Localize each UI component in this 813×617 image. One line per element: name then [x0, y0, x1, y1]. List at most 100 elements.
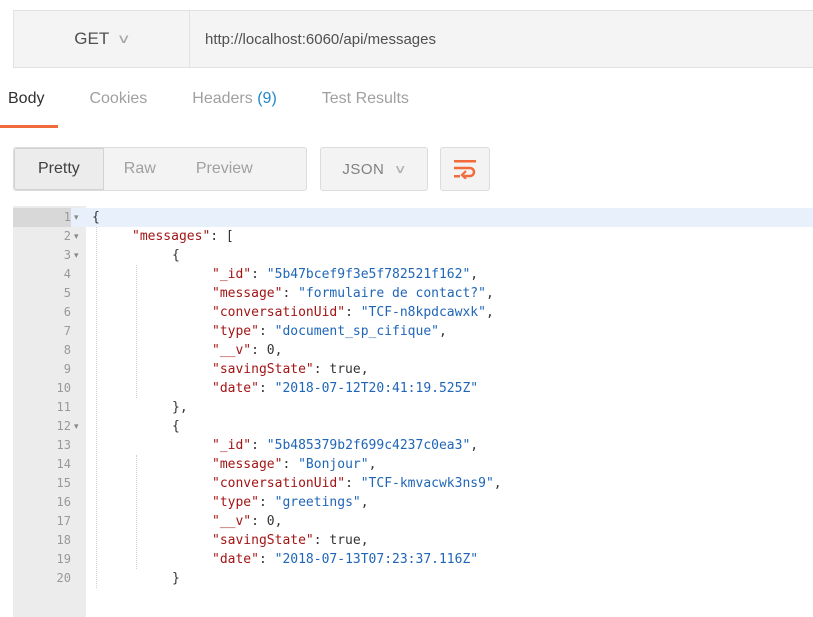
line-number: 19 [56, 552, 71, 566]
json-punct: , [360, 495, 369, 510]
json-value: 0 [266, 343, 275, 358]
json-string: "2018-07-12T20:41:19.525Z" [274, 381, 479, 396]
json-key: "conversationUid" [212, 476, 346, 491]
line-number: 14 [56, 457, 71, 471]
json-key: "type" [212, 324, 259, 339]
json-punct: , [274, 514, 283, 529]
json-punct: : [282, 286, 299, 301]
json-punct: , [360, 362, 369, 377]
line-number: 17 [56, 514, 71, 528]
json-punct: , [360, 533, 369, 548]
line-number: 20 [56, 571, 71, 585]
method-label: GET [74, 29, 110, 48]
wrap-lines-button[interactable] [440, 147, 490, 191]
json-punct: { [172, 248, 180, 263]
json-punct: : [258, 495, 275, 510]
code-text: }, [172, 398, 188, 417]
fold-toggle-icon[interactable]: ▾ [74, 246, 79, 265]
code-line: 18 "savingState": true, [13, 531, 813, 550]
code-text: "__v": 0, [212, 341, 282, 360]
preview-button[interactable]: Preview [176, 148, 273, 190]
tab-cookies[interactable]: Cookies [89, 90, 147, 128]
line-number: 4 [63, 267, 71, 281]
format-label: JSON [342, 160, 385, 178]
json-punct: }, [172, 400, 188, 415]
code-line: 15 "conversationUid": "TCF-kmvacwk3ns9", [13, 474, 813, 493]
json-punct: : [251, 438, 267, 453]
raw-button[interactable]: Raw [104, 148, 176, 190]
indent-guide [136, 265, 137, 398]
json-key: "__v" [212, 514, 252, 529]
json-punct: : [345, 305, 361, 320]
response-tabs: Body Cookies Headers (9) Test Results [0, 90, 454, 130]
json-punct: , [274, 343, 283, 358]
json-punct: , [493, 476, 502, 491]
tab-body[interactable]: Body [0, 90, 60, 128]
json-string: "greetings" [274, 495, 361, 510]
json-punct: : [251, 343, 267, 358]
code-text: "savingState": true, [212, 360, 369, 379]
line-number: 16 [56, 495, 71, 509]
json-punct: : [345, 476, 361, 491]
fold-toggle-icon[interactable]: ▾ [74, 417, 79, 436]
json-string: "Bonjour" [298, 457, 369, 472]
method-select[interactable]: GET ∨ [14, 11, 190, 67]
tab-headers-label: Headers [192, 90, 253, 107]
code-line: 14 "message": "Bonjour", [13, 455, 813, 474]
url-input[interactable]: http://localhost:6060/api/messages [190, 31, 436, 48]
code-line: 16 "type": "greetings", [13, 493, 813, 512]
tab-headers[interactable]: Headers (9) [192, 90, 277, 128]
response-body-editor[interactable]: 1 ▾{2 ▾ "messages": [3 ▾{4 "_id": "5b47bcef9f… [13, 206, 813, 617]
code-line: 12 ▾ { [13, 417, 813, 436]
code-text: "message": "Bonjour", [212, 455, 376, 474]
code-line: 3 ▾ { [13, 246, 813, 265]
json-value: 0 [266, 514, 275, 529]
format-select[interactable]: JSON ∨ [320, 147, 428, 191]
json-key: "_id" [212, 438, 252, 453]
wrap-lines-icon [454, 160, 476, 179]
json-key: "date" [212, 552, 259, 567]
line-number: 2 [63, 229, 71, 243]
json-punct: : [251, 514, 267, 529]
tab-test-results[interactable]: Test Results [322, 90, 409, 128]
json-punct: : [ [210, 229, 234, 244]
json-punct: : [258, 552, 275, 567]
pretty-button[interactable]: Pretty [14, 148, 104, 190]
code-line: 1 ▾ { [13, 208, 813, 227]
code-line: 4 "_id": "5b47bcef9f3e5f782521f162", [13, 265, 813, 284]
json-punct: , [470, 438, 479, 453]
code-text: "conversationUid": "TCF-n8kpdcawxk", [212, 303, 494, 322]
json-key: "__v" [212, 343, 252, 358]
fold-toggle-icon[interactable]: ▾ [74, 227, 79, 246]
code-text: "_id": "5b485379b2f699c4237c0ea3", [212, 436, 478, 455]
code-text: "conversationUid": "TCF-kmvacwk3ns9", [212, 474, 502, 493]
request-bar: GET ∨ http://localhost:6060/api/messages [13, 10, 813, 68]
json-punct: , [439, 324, 447, 339]
code-text: "_id": "5b47bcef9f3e5f782521f162", [212, 265, 478, 284]
view-mode-group: Pretty Raw Preview [13, 147, 307, 191]
json-key: "_id" [212, 267, 252, 282]
fold-toggle-icon[interactable]: ▾ [74, 208, 79, 227]
json-punct: , [368, 457, 377, 472]
code-line: 8 "__v": 0, [13, 341, 813, 360]
json-key: "savingState" [212, 362, 314, 377]
code-text: "date": "2018-07-12T20:41:19.525Z" [212, 379, 478, 398]
code-line: 13 "_id": "5b485379b2f699c4237c0ea3", [13, 436, 813, 455]
json-key: "message" [212, 286, 283, 301]
indent-guide [96, 227, 97, 588]
line-number: 7 [63, 324, 71, 338]
json-string: "2018-07-13T07:23:37.116Z" [274, 552, 479, 567]
line-number: 10 [56, 381, 71, 395]
json-key: "conversationUid" [212, 305, 346, 320]
json-key: "message" [212, 457, 283, 472]
code-text: "type": "greetings", [212, 493, 369, 512]
json-value: true [329, 362, 361, 377]
code-line: 11}, [13, 398, 813, 417]
code-text: "messages": [ [132, 227, 234, 246]
code-text: "date": "2018-07-13T07:23:37.116Z" [212, 550, 478, 569]
json-punct: , [470, 267, 479, 282]
json-punct: : [258, 381, 275, 396]
code-line: 9 "savingState": true, [13, 360, 813, 379]
line-number: 8 [63, 343, 71, 357]
code-line: 19 "date": "2018-07-13T07:23:37.116Z" [13, 550, 813, 569]
